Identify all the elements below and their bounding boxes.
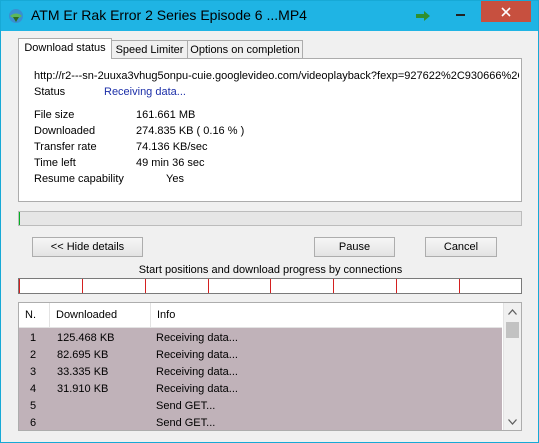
download-dialog: ATM Er Rak Error 2 Series Episode 6 ...M… xyxy=(0,0,539,443)
connection-marker xyxy=(145,279,146,293)
list-header: N. Downloaded Info xyxy=(19,303,502,328)
connection-marker xyxy=(270,279,271,293)
row-downloaded: 33.335 KB xyxy=(57,366,109,378)
column-header-downloaded[interactable]: Downloaded xyxy=(50,303,151,327)
status-label: Status xyxy=(34,86,66,98)
close-icon xyxy=(501,6,511,17)
status-value: Receiving data... xyxy=(104,86,186,98)
scroll-up-button[interactable] xyxy=(504,303,521,320)
time-left-value: 49 min 36 sec xyxy=(136,157,205,169)
connection-marker xyxy=(333,279,334,293)
row-number: 2 xyxy=(30,349,37,361)
file-size-value: 161.661 MB xyxy=(136,109,196,121)
close-button[interactable] xyxy=(481,1,531,22)
transfer-rate-value: 74.136 KB/sec xyxy=(136,141,208,153)
transfer-rate-label: Transfer rate xyxy=(34,141,97,153)
list-row[interactable]: 3 33.335 KB Receiving data... xyxy=(19,364,502,381)
minimize-icon xyxy=(455,13,465,16)
hide-details-button[interactable]: << Hide details xyxy=(32,237,143,257)
title-bar[interactable]: ATM Er Rak Error 2 Series Episode 6 ...M… xyxy=(1,1,538,31)
list-row[interactable]: 4 31.910 KB Receiving data... xyxy=(19,381,502,398)
list-row[interactable]: 2 82.695 KB Receiving data... xyxy=(19,347,502,364)
list-row[interactable]: 5 Send GET... xyxy=(19,398,502,415)
row-number: 5 xyxy=(30,400,37,412)
minimize-button[interactable] xyxy=(445,1,475,22)
row-info: Receiving data... xyxy=(156,383,238,395)
download-url: http://r2---sn-2uuxa3vhug5onpu-cuie.goog… xyxy=(34,70,519,82)
file-size-label: File size xyxy=(34,109,75,121)
vertical-scrollbar[interactable] xyxy=(503,303,521,430)
downloaded-label: Downloaded xyxy=(34,125,96,137)
row-downloaded: 31.910 KB xyxy=(57,383,109,395)
connection-marker xyxy=(82,279,83,293)
list-row[interactable]: 1 125.468 KB Receiving data... xyxy=(19,330,502,347)
row-downloaded: 125.468 KB xyxy=(57,332,115,344)
row-info: Send GET... xyxy=(156,417,216,429)
downloaded-value: 274.835 KB ( 0.16 % ) xyxy=(136,125,245,137)
connection-marker xyxy=(19,279,20,293)
chevron-up-icon xyxy=(508,308,517,315)
row-number: 6 xyxy=(30,417,37,429)
row-info: Receiving data... xyxy=(156,349,238,361)
scroll-down-button[interactable] xyxy=(504,413,521,430)
tab-speed-limiter[interactable]: Speed Limiter xyxy=(111,40,188,59)
connections-caption: Start positions and download progress by… xyxy=(138,264,403,276)
scrollbar-thumb[interactable] xyxy=(506,322,519,338)
tab-download-status[interactable]: Download status xyxy=(18,38,112,59)
connection-marker xyxy=(396,279,397,293)
connections-list[interactable]: N. Downloaded Info 1 125.468 KB Receivin… xyxy=(18,302,522,431)
idm-globe-icon xyxy=(9,9,23,23)
cancel-button[interactable]: Cancel xyxy=(425,237,497,257)
connection-marker xyxy=(459,279,460,293)
download-status-panel: http://r2---sn-2uuxa3vhug5onpu-cuie.goog… xyxy=(18,58,522,202)
pause-button[interactable]: Pause xyxy=(314,237,395,257)
row-number: 4 xyxy=(30,383,37,395)
column-header-info[interactable]: Info xyxy=(151,303,502,327)
connections-progress-strip xyxy=(18,278,522,294)
download-progress-bar xyxy=(18,211,522,226)
download-progress-fill xyxy=(19,212,20,225)
connection-marker xyxy=(208,279,209,293)
resume-capability-value: Yes xyxy=(166,173,184,185)
column-header-n[interactable]: N. xyxy=(19,303,50,327)
row-info: Send GET... xyxy=(156,400,216,412)
row-number: 3 xyxy=(30,366,37,378)
row-downloaded: 82.695 KB xyxy=(57,349,109,361)
list-row[interactable]: 6 Send GET... xyxy=(19,415,502,430)
row-info: Receiving data... xyxy=(156,332,238,344)
tab-options-on-completion[interactable]: Options on completion xyxy=(187,40,303,59)
list-rows: 1 125.468 KB Receiving data... 2 82.695 … xyxy=(19,328,502,430)
row-number: 1 xyxy=(30,332,37,344)
row-info: Receiving data... xyxy=(156,366,238,378)
chevron-down-icon xyxy=(508,418,517,425)
time-left-label: Time left xyxy=(34,157,76,169)
window-title: ATM Er Rak Error 2 Series Episode 6 ...M… xyxy=(31,7,307,23)
green-arrow-icon[interactable] xyxy=(415,9,431,23)
resume-capability-label: Resume capability xyxy=(34,173,124,185)
